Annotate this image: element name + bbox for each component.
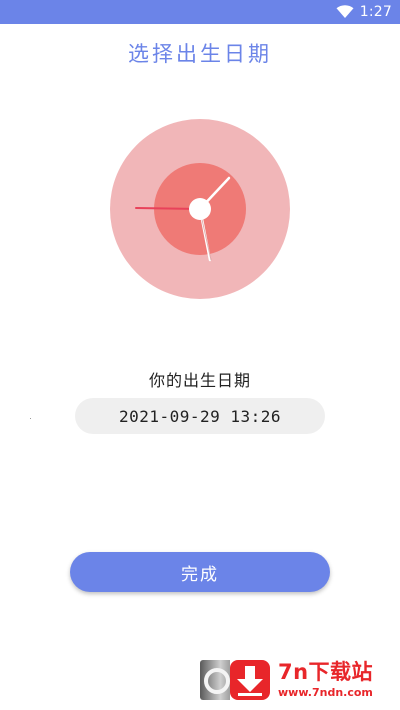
watermark-name: 7n下载站: [278, 660, 374, 684]
watermark: 7n下载站 www.7ndn.com: [230, 657, 396, 703]
done-button[interactable]: 完成: [70, 552, 330, 592]
page-title: 选择出生日期: [128, 42, 272, 66]
clock-illustration: [110, 119, 290, 299]
watermark-url: www.7ndn.com: [278, 686, 373, 699]
watermark-text: 7n下载站 www.7ndn.com: [278, 660, 374, 699]
birth-date-field[interactable]: 2021-09-29 13:26: [75, 398, 325, 434]
status-time: 1:27: [359, 4, 392, 20]
overlay-app-icon: [200, 660, 234, 700]
download-arrow-icon: [230, 660, 270, 700]
status-icons: 1:27: [336, 2, 392, 22]
stray-dot: [30, 418, 31, 419]
wifi-icon: [336, 5, 354, 18]
status-bar: 1:27: [0, 0, 400, 24]
birth-date-label: 你的出生日期: [148, 371, 251, 390]
clock-center-pin: [189, 198, 211, 220]
